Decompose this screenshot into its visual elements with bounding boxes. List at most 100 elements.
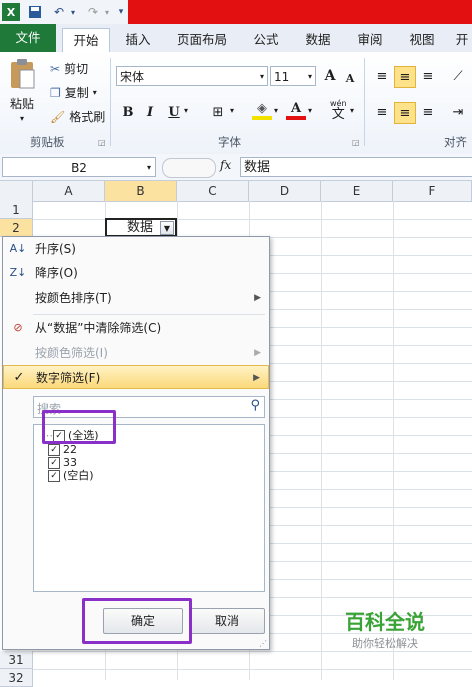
filter-item-22[interactable]: ✓ 22: [48, 443, 77, 457]
name-box[interactable]: B2 ▾: [2, 157, 156, 177]
fill-color-icon[interactable]: ◈: [252, 100, 272, 120]
checkbox-checked-icon: ✓: [48, 470, 60, 482]
align-center-icon[interactable]: ≡: [394, 102, 416, 124]
row-header-32[interactable]: 32: [0, 669, 33, 687]
clipboard-launcher-icon[interactable]: ◲: [98, 138, 106, 147]
undo-dropdown-icon[interactable]: ▾: [64, 3, 82, 21]
font-name-box[interactable]: 宋体 ▾: [116, 66, 268, 86]
checkmark-icon: ✓: [13, 370, 25, 385]
sort-ascending-item[interactable]: A↓ 升序(S): [3, 237, 269, 261]
orientation-icon[interactable]: ⟋: [448, 66, 468, 86]
submenu-arrow-icon: ▶: [254, 293, 261, 303]
row-header-2[interactable]: 2: [0, 219, 33, 237]
phonetic-guide-icon[interactable]: wén 文: [330, 98, 347, 122]
save-icon[interactable]: [26, 3, 44, 21]
tab-formulas[interactable]: 公式: [246, 28, 286, 52]
column-header-f[interactable]: F: [393, 181, 472, 201]
sort-ascending-label: 升序(S): [35, 242, 76, 256]
align-bottom-icon[interactable]: ≡: [418, 66, 438, 86]
borders-dropdown-icon[interactable]: ▾: [230, 106, 234, 115]
search-icon[interactable]: ⚲: [250, 398, 260, 413]
column-header-d[interactable]: D: [249, 181, 321, 201]
sort-by-color-item[interactable]: 按颜色排序(T) ▶: [3, 286, 269, 310]
tab-file[interactable]: 文件: [0, 24, 56, 52]
font-launcher-icon[interactable]: ◲: [352, 138, 360, 147]
tab-data[interactable]: 数据: [298, 28, 338, 52]
column-header-a[interactable]: A: [33, 181, 105, 201]
format-painter-button[interactable]: 🖌 格式刷: [50, 108, 105, 125]
title-bar: X ↶ ▾ ↷ ▾ ▾: [0, 0, 472, 24]
fill-color-dropdown-icon[interactable]: ▾: [274, 106, 278, 115]
font-size-box[interactable]: 11 ▾: [270, 66, 316, 86]
borders-icon[interactable]: ⊞: [208, 102, 228, 122]
alignment-group-label: 对齐: [444, 135, 467, 149]
copy-icon: ❐: [50, 85, 61, 100]
indent-icon[interactable]: ⇥: [448, 102, 468, 122]
filter-by-color-label: 按颜色筛选(I): [35, 346, 108, 360]
filter-by-color-item[interactable]: 按颜色筛选(I) ▶: [3, 341, 269, 365]
tab-insert[interactable]: 插入: [118, 28, 158, 52]
column-header-b[interactable]: B: [105, 181, 177, 201]
sort-ascending-icon: A↓: [9, 242, 27, 255]
copy-button[interactable]: ❐ 复制 ▾: [50, 84, 97, 101]
align-left-icon[interactable]: ≡: [372, 102, 392, 122]
grid-line: [33, 651, 472, 652]
tab-home[interactable]: 开始: [62, 28, 110, 53]
cut-button[interactable]: ✂ 剪切: [50, 60, 88, 77]
excel-icon[interactable]: X: [2, 3, 20, 21]
font-size-dropdown-icon[interactable]: ▾: [308, 67, 312, 87]
align-top-icon[interactable]: ≡: [372, 66, 392, 86]
row-header-31[interactable]: 31: [0, 651, 33, 669]
ribbon: 粘贴 ▾ ✂ 剪切 ❐ 复制 ▾ 🖌 格式刷 剪贴板 ◲ 宋体 ▾ 11 ▾ A…: [0, 52, 472, 155]
clear-filter-icon: ⊘: [13, 321, 23, 334]
cut-label: 剪切: [64, 62, 89, 76]
underline-dropdown-icon[interactable]: ▾: [184, 106, 188, 115]
annotation-highlight-select-all: [42, 410, 116, 444]
align-middle-icon[interactable]: ≡: [394, 66, 416, 88]
tab-page-layout[interactable]: 页面布局: [170, 28, 234, 52]
cancel-button[interactable]: 取消: [189, 608, 265, 634]
underline-button[interactable]: U: [164, 102, 184, 122]
font-name-value: 宋体: [120, 70, 145, 84]
filter-item-label: 33: [63, 456, 77, 469]
bold-button[interactable]: B: [118, 102, 138, 122]
name-box-dropdown-icon[interactable]: ▾: [147, 158, 151, 178]
paste-label: 粘贴: [9, 97, 34, 111]
phonetic-char: 文: [331, 107, 345, 122]
formula-input[interactable]: 数据: [240, 157, 472, 177]
filter-icon[interactable]: ▼: [160, 221, 174, 235]
column-header-c[interactable]: C: [177, 181, 249, 201]
grid-line: [33, 219, 472, 220]
annotation-highlight-ok: [82, 598, 192, 644]
clear-filter-item[interactable]: ⊘ 从“数据”中清除筛选(C): [3, 316, 269, 340]
clear-filter-label: 从“数据”中清除筛选(C): [35, 321, 162, 335]
selected-cell-b2[interactable]: 数据 ▼: [105, 218, 177, 237]
number-filters-label: 数字筛选(F): [36, 371, 101, 385]
brush-icon: 🖌: [50, 109, 66, 124]
tab-review[interactable]: 审阅: [350, 28, 390, 52]
paste-button[interactable]: 粘贴 ▾: [8, 58, 36, 123]
resize-grip-icon[interactable]: ⋰: [259, 639, 267, 648]
tab-developer[interactable]: 开: [452, 28, 472, 52]
filter-item-33[interactable]: ✓ 33: [48, 456, 77, 470]
font-color-icon[interactable]: A: [286, 100, 306, 120]
font-name-dropdown-icon[interactable]: ▾: [260, 67, 264, 87]
row-header-1[interactable]: 1: [0, 201, 33, 219]
column-header-e[interactable]: E: [321, 181, 393, 201]
number-filters-item[interactable]: ✓ 数字筛选(F) ▶: [3, 365, 269, 389]
filter-item-blank[interactable]: ✓ (空白): [48, 469, 94, 483]
select-all-corner[interactable]: [0, 181, 33, 201]
font-color-dropdown-icon[interactable]: ▾: [308, 106, 312, 115]
italic-button[interactable]: I: [140, 102, 160, 122]
ribbon-separator: [364, 58, 365, 146]
filter-item-label: 22: [63, 443, 77, 456]
tab-view[interactable]: 视图: [402, 28, 442, 52]
fx-icon[interactable]: fx: [220, 158, 231, 172]
column-headers: A B C D E F: [0, 181, 472, 202]
grow-font-icon[interactable]: A: [320, 66, 340, 86]
align-right-icon[interactable]: ≡: [418, 102, 438, 122]
formula-bar-resizer[interactable]: [162, 158, 216, 178]
phonetic-dropdown-icon[interactable]: ▾: [350, 106, 354, 115]
shrink-font-icon[interactable]: A: [340, 68, 360, 88]
sort-descending-item[interactable]: Z↓ 降序(O): [3, 261, 269, 285]
